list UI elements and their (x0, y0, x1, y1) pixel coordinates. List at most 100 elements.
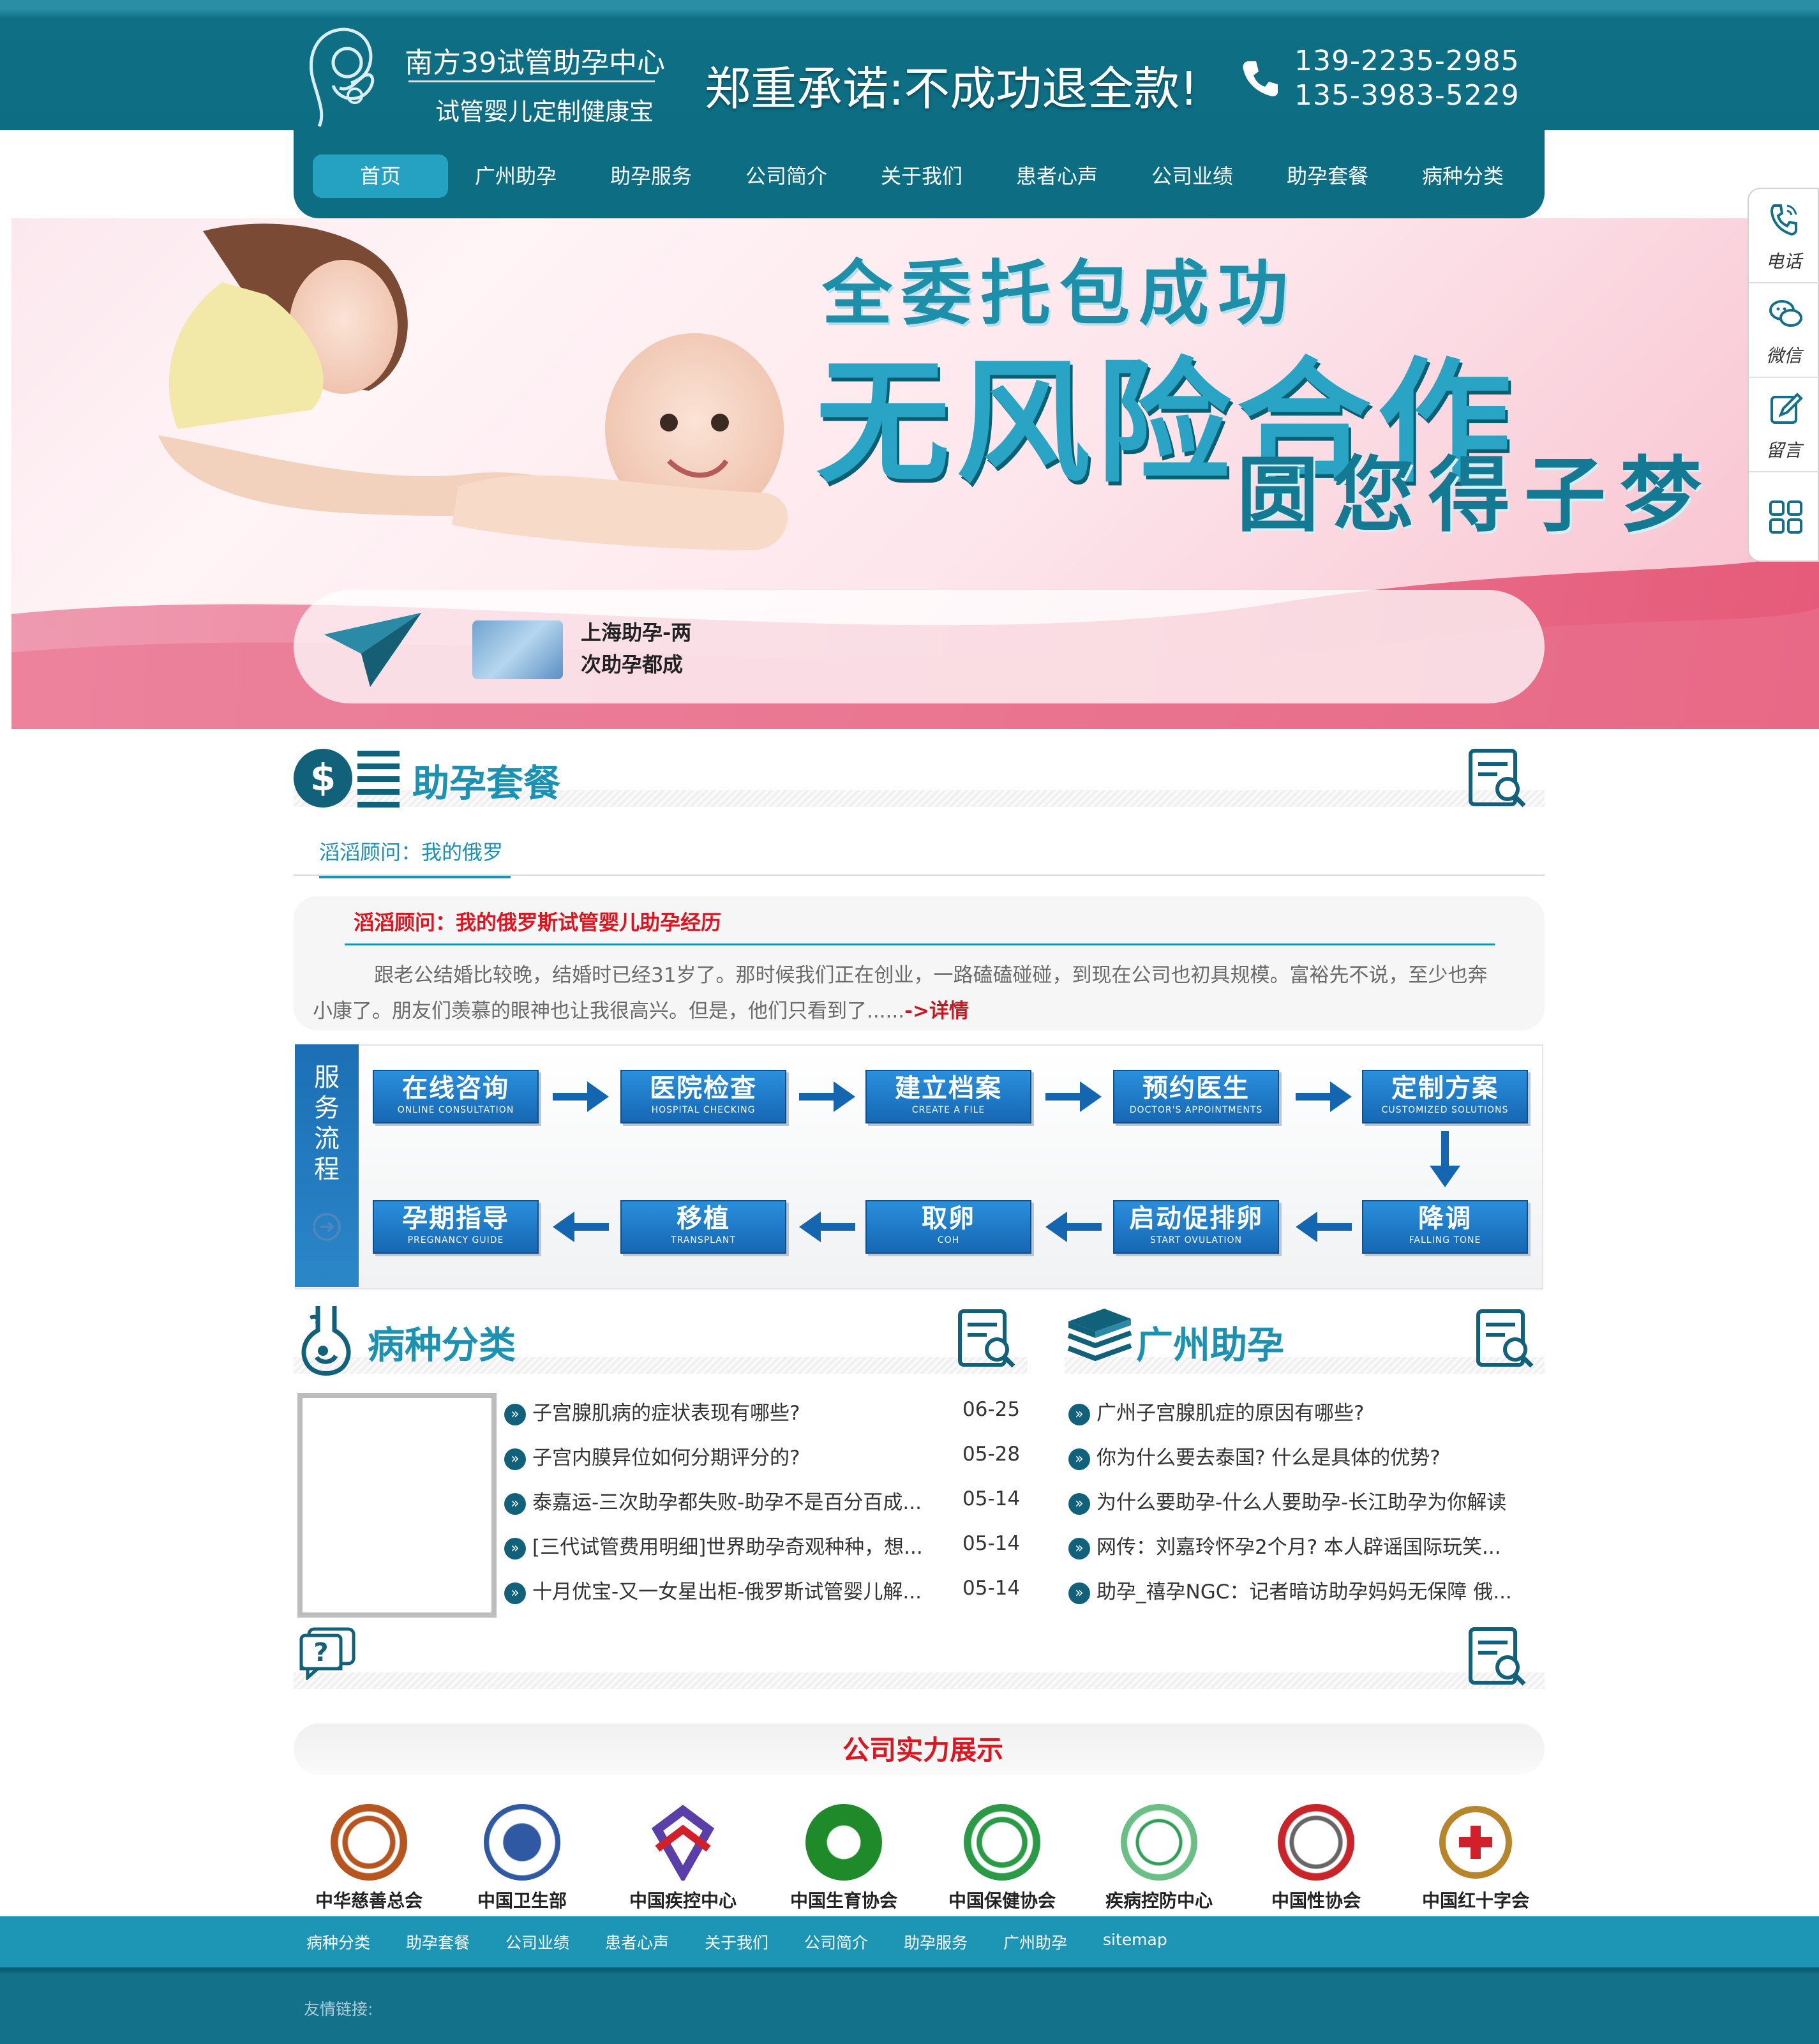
nav-item-testimonials[interactable]: 患者心声 (989, 154, 1125, 198)
bullet-icon: » (504, 1537, 526, 1559)
guangzhou-list-item[interactable]: » 你为什么要去泰国? 什么是具体的优势? (1068, 1441, 1441, 1470)
article-title[interactable]: 滔滔顾问：我的俄罗斯试管婴儿助孕经历 (354, 906, 721, 936)
disease-thumbnail[interactable] (297, 1393, 497, 1618)
org-logo-red-cross[interactable]: 中国红十字会 (1412, 1804, 1539, 1912)
org-logo-cdc[interactable]: 中国疾控中心 (619, 1804, 747, 1912)
bullet-icon: » (1068, 1492, 1090, 1515)
guangzhou-item-text[interactable]: 广州子宫腺肌症的原因有哪些? (1097, 1402, 1364, 1425)
read-more-link[interactable]: ->详情 (904, 1000, 969, 1023)
bullet-icon: » (504, 1582, 526, 1604)
nav-item-diseases[interactable]: 病种分类 (1395, 154, 1531, 198)
org-logo-health-ministry[interactable]: 中国卫生部 (458, 1804, 586, 1912)
side-more-button[interactable] (1749, 472, 1819, 562)
document-search-icon[interactable] (956, 1307, 1017, 1369)
nav-item-performance[interactable]: 公司业绩 (1125, 154, 1260, 198)
charity-emblem-icon (331, 1804, 407, 1881)
org-logo-fertility[interactable]: 中国生育协会 (780, 1804, 908, 1912)
step-customized-solutions[interactable]: 定制方案 CUSTOMIZED SOLUTIONS (1362, 1070, 1528, 1123)
guangzhou-list-item[interactable]: » 为什么要助孕-什么人要助孕-长江助孕为你解读 (1068, 1486, 1506, 1515)
org-logo-charity[interactable]: 中华慈善总会 (305, 1804, 433, 1912)
step-cn-label: 预约医生 (1142, 1074, 1250, 1103)
footer-link-services[interactable]: 助孕服务 (904, 1930, 968, 1953)
footer-link-diseases[interactable]: 病种分类 (306, 1930, 370, 1953)
org-name: 中国卫生部 (477, 1890, 567, 1911)
side-wechat-button[interactable]: 微信 (1749, 283, 1819, 378)
step-coh[interactable]: 取卵 COH (865, 1200, 1031, 1254)
document-search-icon[interactable] (1474, 1307, 1536, 1369)
step-en-label: CREATE A FILE (911, 1105, 985, 1115)
guangzhou-list-item[interactable]: » 广州子宫腺肌症的原因有哪些? (1068, 1397, 1364, 1425)
title-divider (408, 80, 655, 82)
document-search-icon[interactable] (1467, 747, 1528, 808)
document-search-icon[interactable] (1467, 1625, 1528, 1687)
side-phone-button[interactable]: 电话 (1749, 189, 1819, 283)
step-cn-label: 定制方案 (1391, 1074, 1499, 1103)
process-tab-notch (295, 1261, 359, 1287)
org-name: 中国疾控中心 (629, 1890, 737, 1911)
ticker-text-line-2[interactable]: 次助孕都成 (581, 649, 683, 678)
disease-item-text[interactable]: 泰嘉运-三次助孕都失败-助孕不是百分百成... (532, 1491, 922, 1514)
article-title-rule (345, 943, 1495, 945)
nav-item-services[interactable]: 助孕服务 (583, 154, 719, 198)
org-logo-healthcare[interactable]: 中国保健协会 (938, 1804, 1066, 1912)
org-logo-disease-control[interactable]: 疾病控防中心 (1095, 1804, 1223, 1912)
step-falling-tone[interactable]: 降调 FALLING TONE (1362, 1200, 1528, 1254)
disease-item-text[interactable]: [三代试管费用明细]世界助孕奇观种种，想... (532, 1536, 923, 1559)
guangzhou-item-text[interactable]: 网传：刘嘉玲怀孕2个月? 本人辟谣国际玩笑... (1097, 1536, 1501, 1559)
guangzhou-item-text[interactable]: 助孕_禧孕NGC：记者暗访助孕妈妈无保障 俄... (1097, 1581, 1512, 1604)
guangzhou-list-item[interactable]: » 助孕_禧孕NGC：记者暗访助孕妈妈无保障 俄... (1068, 1575, 1512, 1604)
diseases-title: 病种分类 (368, 1323, 516, 1367)
site-name[interactable]: 南方39试管助孕中心 (405, 40, 665, 80)
footer-link-testimonials[interactable]: 患者心声 (605, 1930, 669, 1953)
disease-item-text[interactable]: 子宫腺肌病的症状表现有哪些? (532, 1402, 800, 1425)
phone-number-2[interactable]: 135-3983-5229 (1294, 79, 1520, 112)
circle-arrow-icon (313, 1213, 341, 1241)
step-cn-label: 在线咨询 (402, 1074, 509, 1103)
step-start-ovulation[interactable]: 启动促排卵 START OVULATION (1113, 1200, 1279, 1254)
nav-item-about[interactable]: 关于我们 (854, 154, 989, 198)
step-online-consultation[interactable]: 在线咨询 ONLINE CONSULTATION (373, 1070, 539, 1123)
package-tab[interactable]: 滔滔顾问：我的俄罗 (319, 836, 503, 866)
step-doctor-appointments[interactable]: 预约医生 DOCTOR'S APPOINTMENTS (1113, 1070, 1279, 1123)
disease-list-item[interactable]: » [三代试管费用明细]世界助孕奇观种种，想... (504, 1531, 923, 1559)
footer-link-company[interactable]: 公司简介 (804, 1930, 868, 1953)
step-pregnancy-guide[interactable]: 孕期指导 PREGNANCY GUIDE (373, 1200, 539, 1254)
disease-item-text[interactable]: 子宫内膜异位如何分期评分的? (532, 1447, 800, 1469)
article-excerpt-text: 小康了。朋友们羡慕的眼神也让我很高兴。但是，他们只看到了...... (313, 1000, 905, 1023)
disease-item-text[interactable]: 十月优宝-又一女星出柜-俄罗斯试管婴儿解... (532, 1581, 922, 1604)
footer-link-sitemap[interactable]: sitemap (1103, 1930, 1167, 1949)
fertility-emblem-icon (805, 1804, 882, 1881)
ticker-text-line-1[interactable]: 上海助孕-两 (581, 617, 691, 646)
disease-list-item[interactable]: » 子宫内膜异位如何分期评分的? (504, 1441, 800, 1470)
guangzhou-item-text[interactable]: 为什么要助孕-什么人要助孕-长江助孕为你解读 (1097, 1491, 1506, 1514)
nav-item-home[interactable]: 首页 (313, 154, 448, 198)
footer-link-about[interactable]: 关于我们 (705, 1930, 768, 1953)
strength-title: 公司实力展示 (842, 1734, 1004, 1766)
org-name: 中国性协会 (1271, 1890, 1361, 1911)
guangzhou-item-text[interactable]: 你为什么要去泰国? 什么是具体的优势? (1097, 1447, 1441, 1469)
bullet-icon: » (1068, 1448, 1090, 1470)
nav-item-company[interactable]: 公司简介 (719, 154, 854, 198)
step-en-label: FALLING TONE (1409, 1235, 1481, 1245)
footer-link-guangzhou[interactable]: 广州助孕 (1003, 1930, 1067, 1953)
step-transplant[interactable]: 移植 TRANSPLANT (620, 1200, 786, 1254)
side-float-panel: 电话 微信 留言 (1748, 188, 1819, 562)
question-chat-icon[interactable]: ? (299, 1627, 356, 1680)
nav-item-packages[interactable]: 助孕套餐 (1260, 154, 1395, 198)
footer-link-packages[interactable]: 助孕套餐 (406, 1930, 470, 1953)
phone-number-1[interactable]: 139-2235-2985 (1294, 45, 1520, 77)
step-en-label: COH (937, 1235, 960, 1245)
guangzhou-list-item[interactable]: » 网传：刘嘉玲怀孕2个月? 本人辟谣国际玩笑... (1068, 1531, 1501, 1559)
disease-list-item[interactable]: » 十月优宝-又一女星出柜-俄罗斯试管婴儿解... (504, 1575, 922, 1604)
footer-link-performance[interactable]: 公司业绩 (505, 1930, 569, 1953)
nav-item-guangzhou[interactable]: 广州助孕 (448, 154, 583, 198)
disease-list-item[interactable]: » 泰嘉运-三次助孕都失败-助孕不是百分百成... (504, 1486, 922, 1515)
bullet-icon: » (504, 1448, 526, 1470)
org-logo-sexology[interactable]: 中国性协会 (1252, 1804, 1380, 1912)
step-hospital-checking[interactable]: 医院检查 HOSPITAL CHECKING (620, 1070, 786, 1123)
side-message-button[interactable]: 留言 (1749, 378, 1819, 472)
news-thumbnail[interactable] (472, 620, 563, 679)
step-create-file[interactable]: 建立档案 CREATE A FILE (865, 1070, 1031, 1123)
disease-list-item[interactable]: » 子宫腺肌病的症状表现有哪些? (504, 1397, 800, 1425)
mother-baby-logo-icon[interactable] (300, 24, 389, 130)
